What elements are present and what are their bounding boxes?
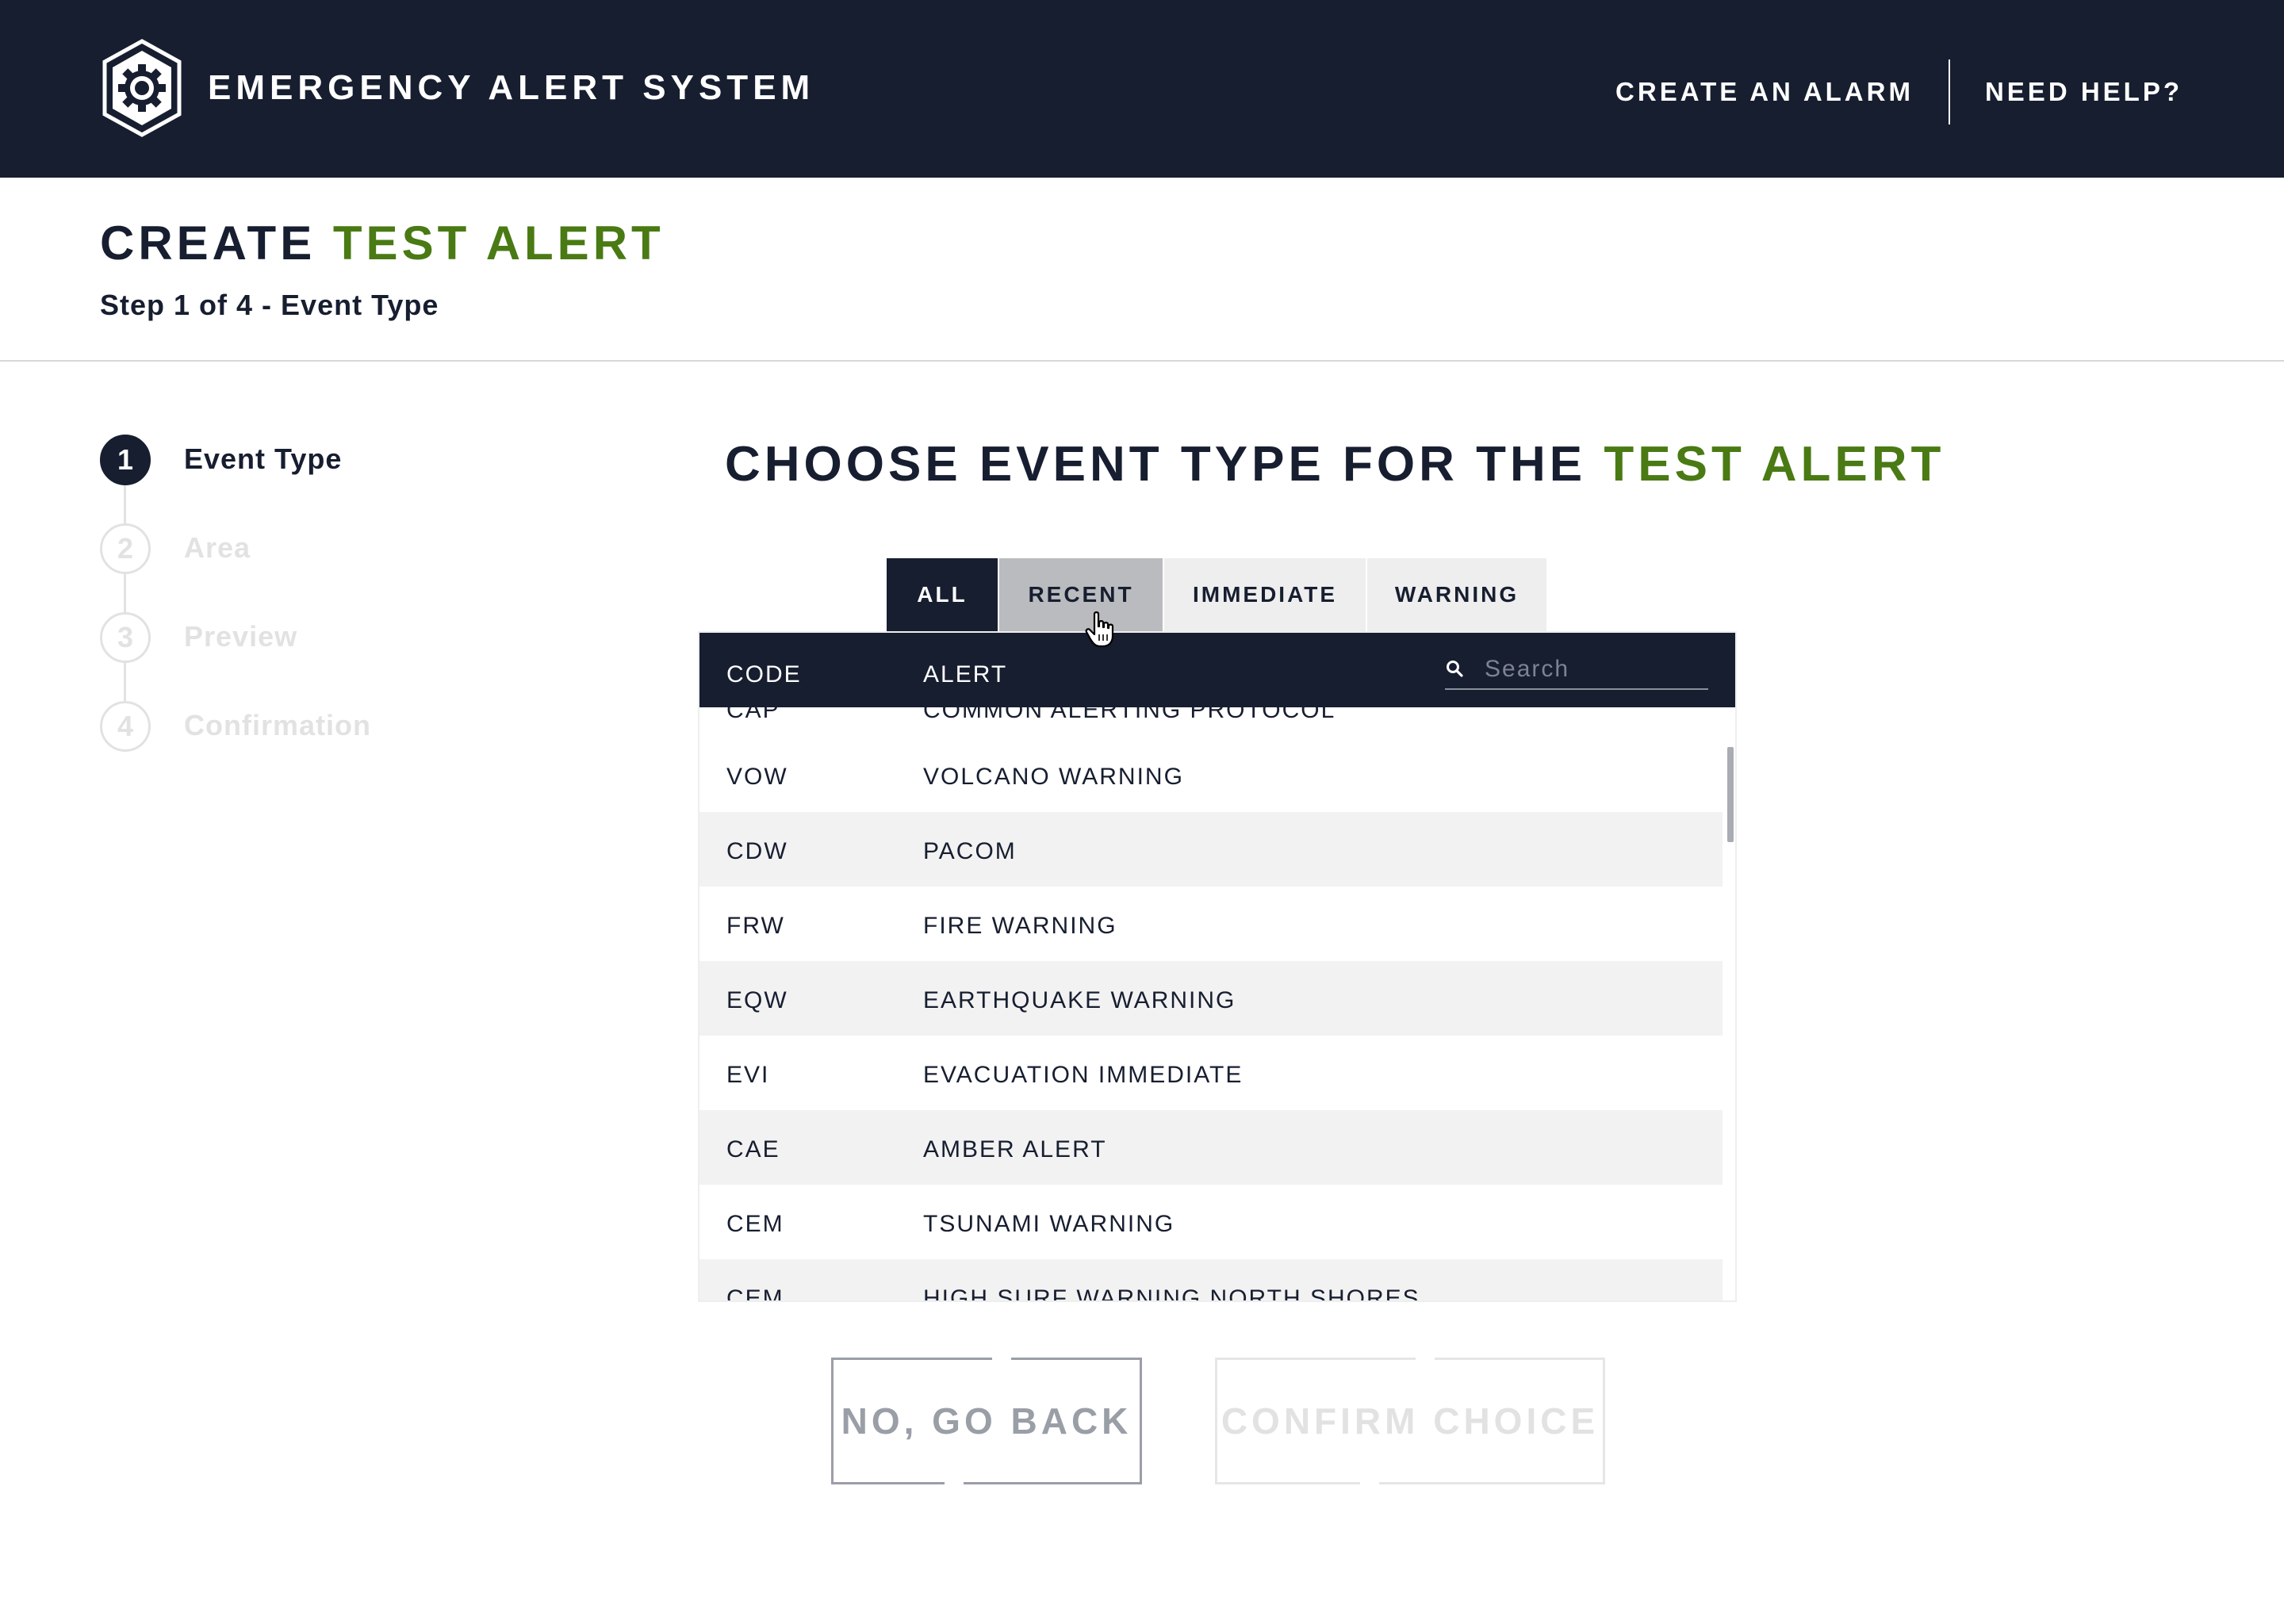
- cell-code: EQW: [726, 987, 788, 1013]
- table-row[interactable]: CEM HIGH SURF WARNING NORTH SHORES: [699, 1259, 1723, 1302]
- table-row[interactable]: EQW EARTHQUAKE WARNING: [699, 961, 1723, 1036]
- step-number: 4: [100, 701, 151, 752]
- cell-code: CAE: [726, 1136, 780, 1162]
- confirm-choice-label: CONFIRM CHOICE: [1221, 1400, 1600, 1442]
- step-connector: [124, 485, 126, 523]
- search-box[interactable]: [1445, 650, 1708, 690]
- gear-shield-icon: [102, 39, 182, 137]
- tab-immediate[interactable]: IMMEDIATE: [1164, 558, 1366, 631]
- cell-alert: TSUNAMI WARNING: [923, 1211, 1175, 1237]
- scrollbar-thumb[interactable]: [1727, 747, 1734, 842]
- page-header: CREATE TEST ALERT Step 1 of 4 - Event Ty…: [0, 178, 2284, 362]
- table-header: CODE ALERT: [699, 633, 1735, 707]
- filter-tabs: ALL RECENT IMMEDIATE WARNING: [887, 558, 1548, 631]
- table-scrollbar[interactable]: [1726, 707, 1735, 1300]
- cell-code: EVI: [726, 1062, 770, 1088]
- hand-pointer-icon: [1085, 611, 1114, 648]
- go-back-button[interactable]: NO, GO BACK: [831, 1357, 1142, 1485]
- step-connector: [124, 574, 126, 612]
- top-nav: CREATE AN ALARM NEED HELP?: [1615, 59, 2182, 125]
- need-help-link[interactable]: NEED HELP?: [1985, 77, 2182, 107]
- brand[interactable]: EMERGENCY ALERT SYSTEM: [100, 38, 814, 138]
- wizard-stepper: 1 Event Type 2 Area 3 Preview 4 Confirma…: [100, 435, 371, 790]
- step-number: 2: [100, 523, 151, 574]
- tab-recent[interactable]: RECENT: [999, 558, 1163, 631]
- tab-all[interactable]: ALL: [887, 558, 998, 631]
- button-notch: [1360, 1480, 1379, 1485]
- table-row[interactable]: CAE AMBER ALERT: [699, 1110, 1723, 1185]
- search-input[interactable]: [1485, 656, 1699, 683]
- table-row[interactable]: CEM TSUNAMI WARNING: [699, 1185, 1723, 1259]
- app-title: EMERGENCY ALERT SYSTEM: [208, 68, 815, 107]
- table-row[interactable]: CDW PACOM: [699, 812, 1723, 887]
- step-confirmation: 4 Confirmation: [100, 701, 371, 790]
- cell-code: CEM: [726, 1211, 784, 1237]
- page-title-prefix: CREATE: [100, 216, 333, 270]
- step-area: 2 Area: [100, 523, 371, 612]
- event-type-table[interactable]: CODE ALERT CAP COMMON ALERTING PROTOCOL …: [698, 631, 1737, 1302]
- section-heading: CHOOSE EVENT TYPE FOR THE TEST ALERT: [725, 436, 1945, 492]
- cell-code: CDW: [726, 838, 788, 864]
- step-label: Event Type: [184, 442, 343, 475]
- cell-alert: AMBER ALERT: [923, 1136, 1107, 1162]
- tab-warning[interactable]: WARNING: [1367, 558, 1546, 631]
- step-number: 1: [100, 435, 151, 485]
- step-event-type[interactable]: 1 Event Type: [100, 435, 371, 523]
- section-heading-prefix: CHOOSE EVENT TYPE FOR THE: [725, 437, 1604, 492]
- search-icon: [1447, 661, 1463, 677]
- cell-alert: VOLCANO WARNING: [923, 764, 1184, 790]
- cell-alert: FIRE WARNING: [923, 913, 1117, 939]
- step-preview: 3 Preview: [100, 612, 371, 701]
- step-indicator-text: Step 1 of 4 - Event Type: [100, 289, 439, 321]
- cell-alert: EARTHQUAKE WARNING: [923, 987, 1236, 1013]
- create-alarm-link[interactable]: CREATE AN ALARM: [1615, 77, 1914, 107]
- cell-alert: HIGH SURF WARNING NORTH SHORES: [923, 1285, 1420, 1302]
- button-notch: [945, 1480, 964, 1485]
- confirm-choice-button[interactable]: CONFIRM CHOICE: [1215, 1357, 1605, 1485]
- button-notch: [992, 1357, 1011, 1362]
- cell-code: CEM: [726, 1285, 784, 1302]
- step-label: Area: [184, 531, 251, 564]
- cell-alert: EVACUATION IMMEDIATE: [923, 1062, 1244, 1088]
- nav-divider: [1948, 59, 1950, 124]
- button-notch: [1416, 1357, 1435, 1362]
- column-header-alert: ALERT: [923, 661, 1008, 688]
- step-number: 3: [100, 612, 151, 663]
- page-title: CREATE TEST ALERT: [100, 216, 665, 270]
- go-back-label: NO, GO BACK: [841, 1400, 1132, 1442]
- cell-code: VOW: [726, 764, 788, 790]
- section-heading-accent: TEST ALERT: [1604, 437, 1945, 492]
- page-title-accent: TEST ALERT: [332, 216, 665, 270]
- step-label: Preview: [184, 620, 298, 653]
- table-row[interactable]: FRW FIRE WARNING: [699, 887, 1723, 961]
- step-label: Confirmation: [184, 709, 371, 741]
- top-navigation-bar: EMERGENCY ALERT SYSTEM CREATE AN ALARM N…: [0, 0, 2284, 178]
- table-row[interactable]: EVI EVACUATION IMMEDIATE: [699, 1036, 1723, 1110]
- column-header-code: CODE: [726, 661, 802, 688]
- step-connector: [124, 663, 126, 701]
- table-row[interactable]: VOW VOLCANO WARNING: [699, 737, 1723, 812]
- cell-code: FRW: [726, 913, 785, 939]
- cell-alert: PACOM: [923, 838, 1017, 864]
